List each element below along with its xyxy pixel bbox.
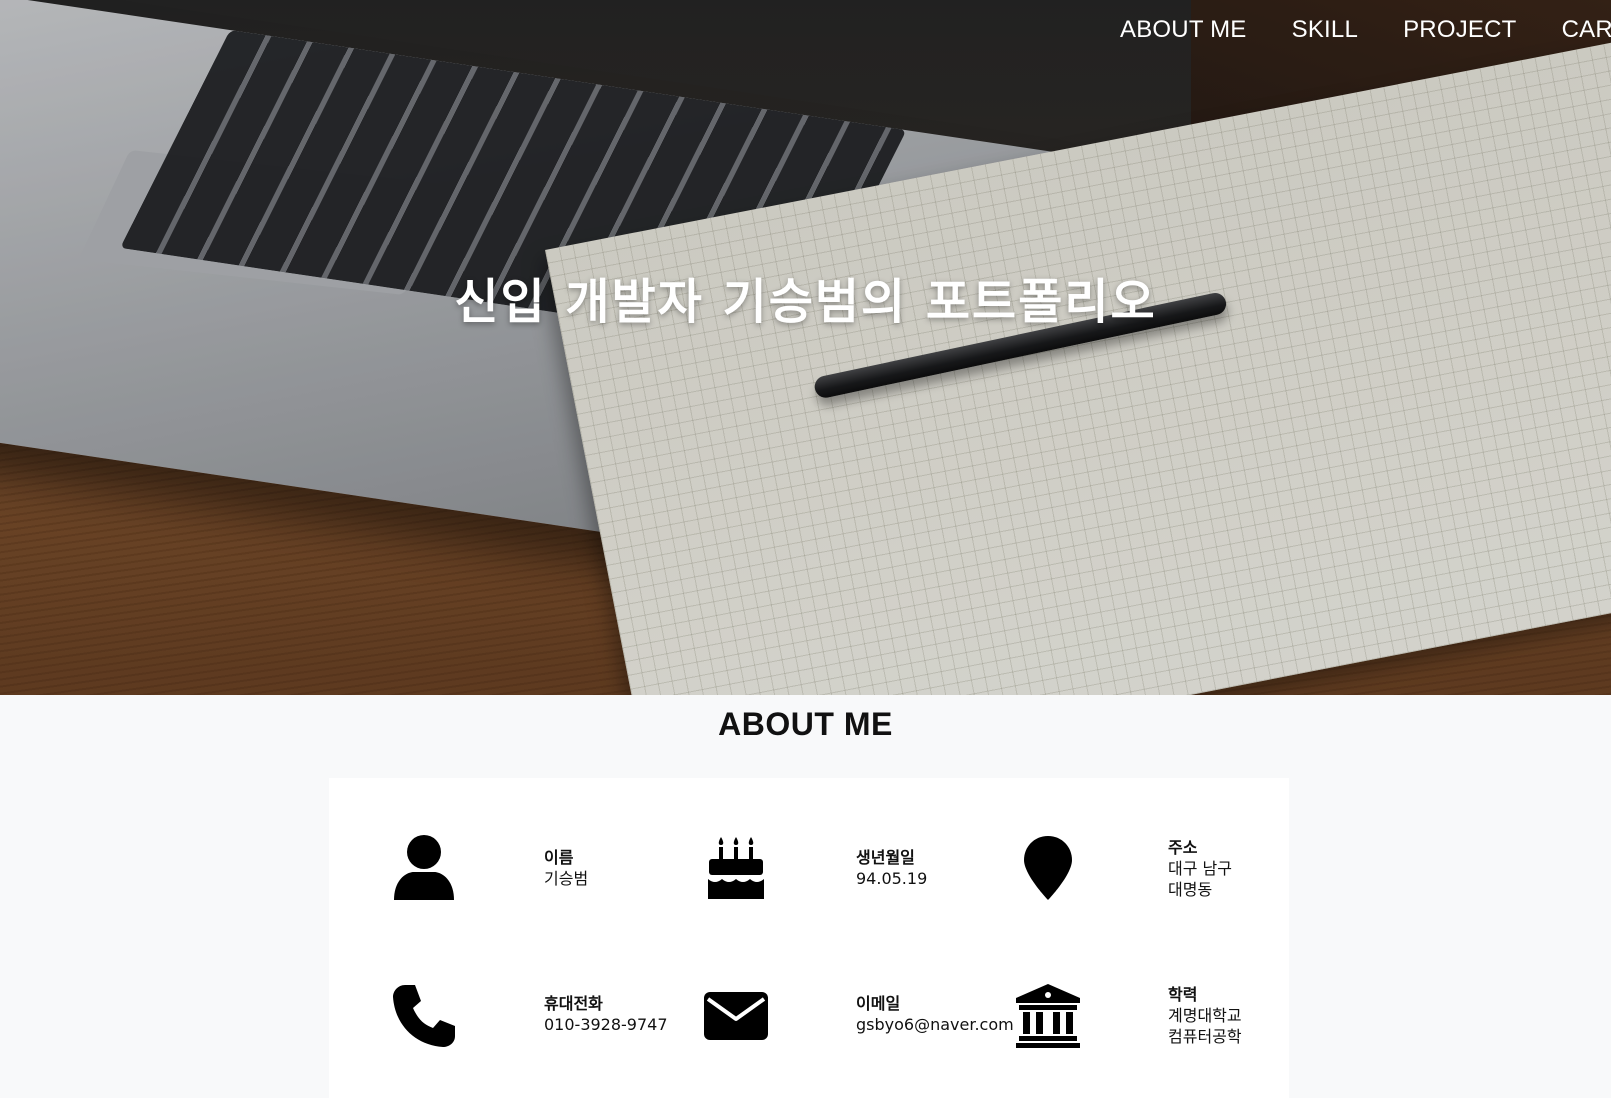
- about-item-label: 휴대전화: [544, 994, 603, 1013]
- top-nav: ABOUT ME SKILL PROJECT CAREER: [1120, 16, 1611, 44]
- about-item-birthday: 생년월일 94.05.19: [696, 828, 996, 918]
- about-item-education: 학력 계명대학교 컴퓨터공학: [1008, 976, 1308, 1066]
- about-item-label: 학력: [1168, 985, 1198, 1004]
- about-card: 이름 기승범 생년월일 94.05.19 주소 대구 남구 대명동 휴대전화 0…: [329, 778, 1289, 1098]
- nav-item-career[interactable]: CAREER: [1562, 16, 1611, 44]
- map-marker-icon: [1008, 828, 1088, 908]
- about-item-phone: 휴대전화 010-3928-9747: [384, 976, 684, 1066]
- about-item-value: gsbyo6@naver.com: [856, 1015, 1014, 1034]
- about-item-label: 이메일: [856, 994, 901, 1013]
- about-item-address: 주소 대구 남구 대명동: [1008, 828, 1308, 918]
- about-item-value: 계명대학교 컴퓨터공학: [1168, 1006, 1242, 1046]
- about-item-label: 주소: [1168, 838, 1198, 857]
- user-icon: [384, 828, 464, 908]
- about-item-label: 생년월일: [856, 848, 915, 867]
- about-section-title: ABOUT ME: [718, 706, 893, 742]
- about-item-value: 010-3928-9747: [544, 1015, 668, 1034]
- hero-section: ABOUT ME SKILL PROJECT CAREER 신입 개발자 기승범…: [0, 0, 1611, 695]
- about-item-value: 94.05.19: [856, 869, 928, 888]
- nav-item-about-me[interactable]: ABOUT ME: [1120, 16, 1247, 44]
- nav-item-project[interactable]: PROJECT: [1403, 16, 1516, 44]
- about-item-value: 대구 남구 대명동: [1168, 859, 1232, 899]
- nav-item-skill[interactable]: SKILL: [1292, 16, 1358, 44]
- birthday-cake-icon: [696, 828, 776, 908]
- phone-icon: [384, 976, 464, 1056]
- about-item-email: 이메일 gsbyo6@naver.com: [696, 976, 1014, 1066]
- envelope-icon: [696, 976, 776, 1056]
- hero-overlay: [0, 0, 1611, 695]
- about-item-name: 이름 기승범: [384, 828, 684, 918]
- about-item-label: 이름: [544, 848, 574, 867]
- about-item-value: 기승범: [544, 869, 589, 888]
- hero-title: 신입 개발자 기승범의 포트폴리오: [454, 274, 1157, 330]
- university-icon: [1008, 976, 1088, 1056]
